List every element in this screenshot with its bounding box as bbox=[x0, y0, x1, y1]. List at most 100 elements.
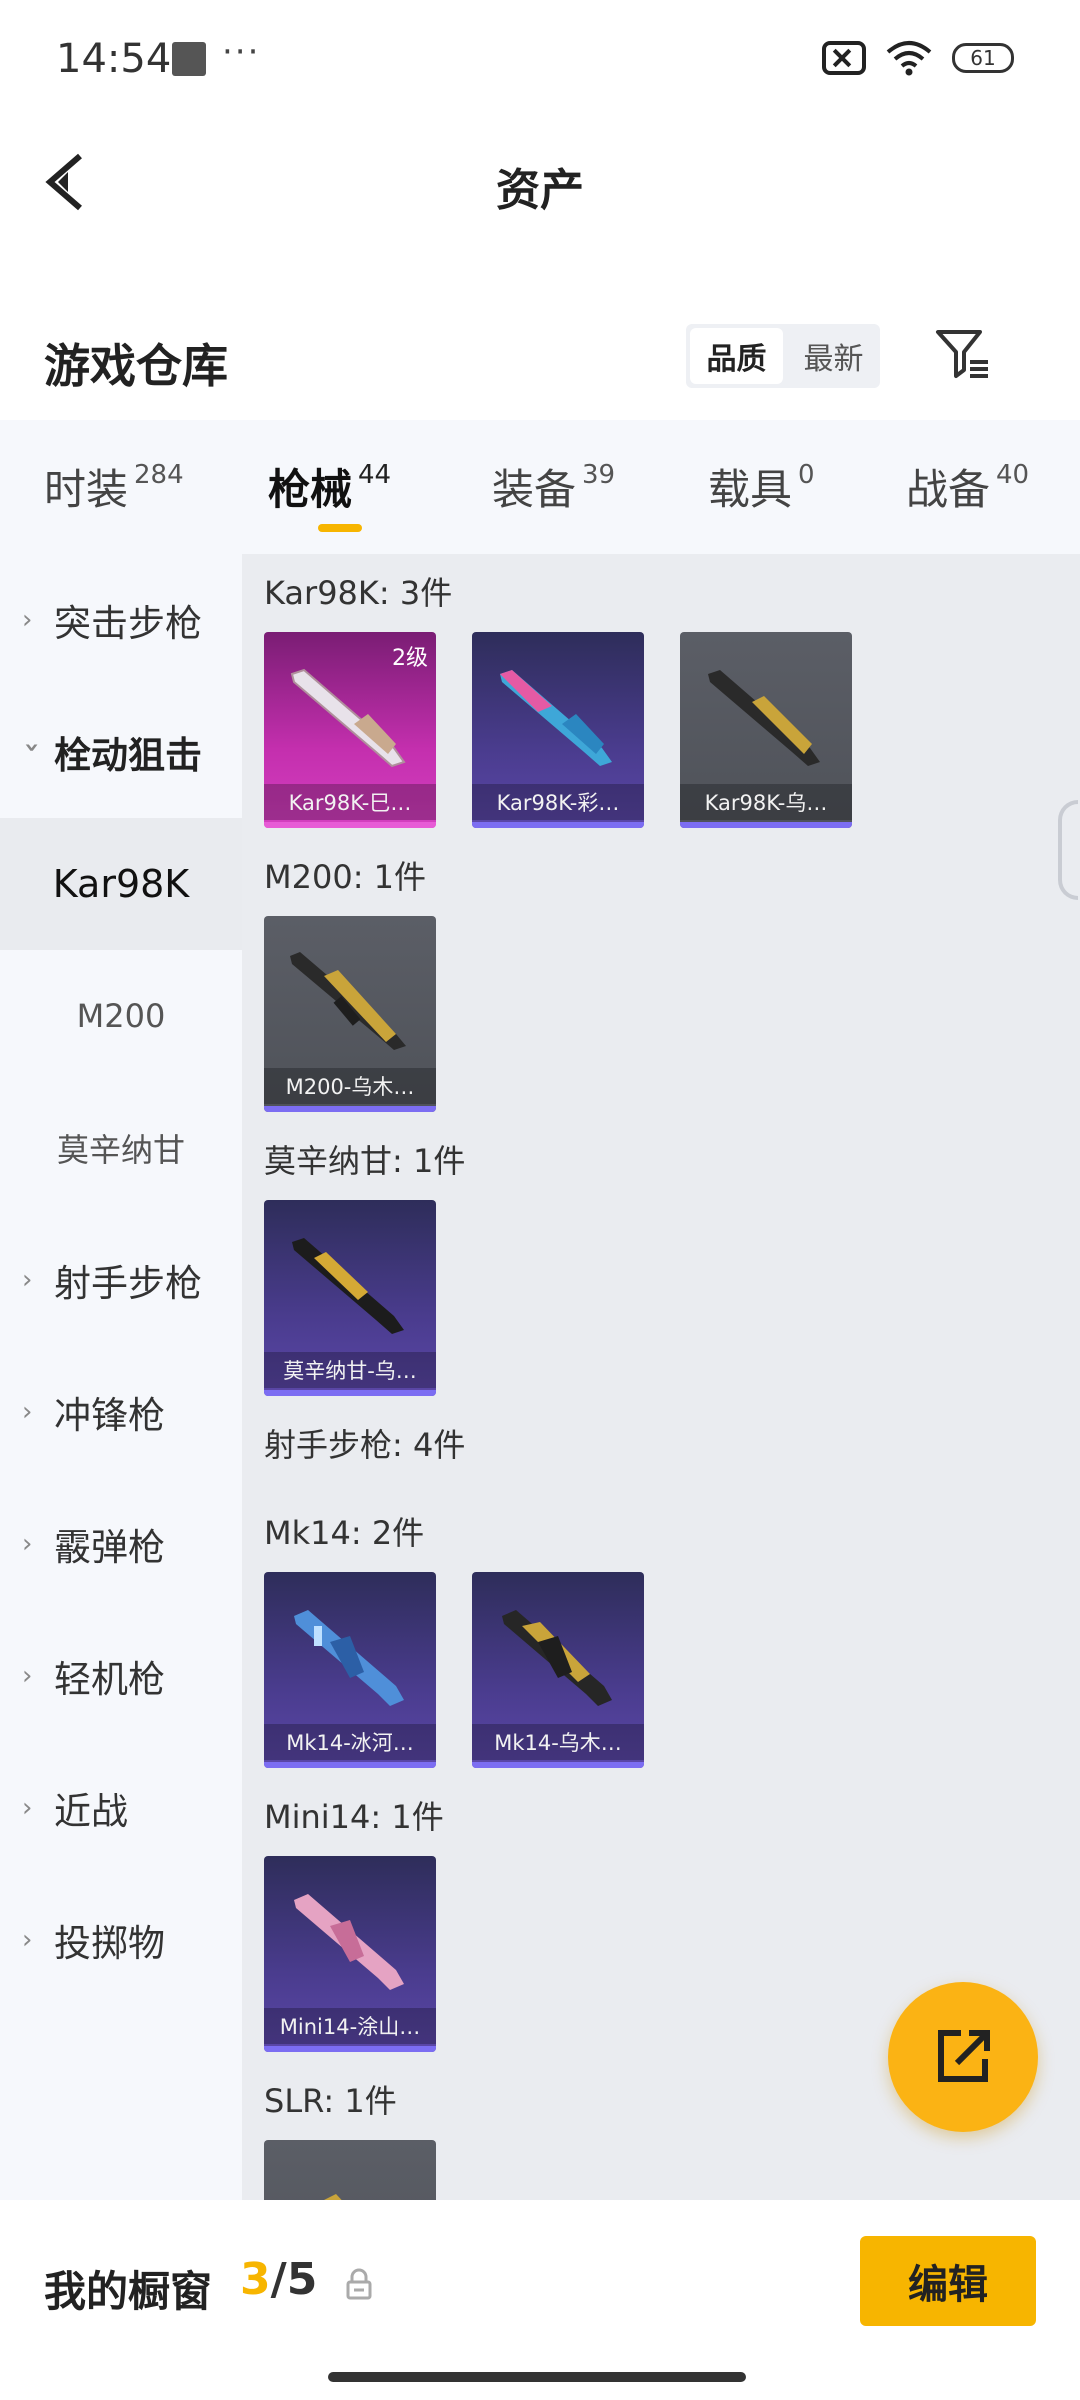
chevron-down-icon: › bbox=[17, 742, 47, 753]
sidebar-item-label: 轻机枪 bbox=[54, 1658, 165, 1701]
rifle-skin-icon bbox=[294, 1894, 404, 1990]
rifle-skin-icon bbox=[292, 1238, 404, 1334]
edit-button[interactable]: 编辑 bbox=[860, 2236, 1036, 2326]
weapon-card-label: Kar98K-巳… bbox=[264, 784, 436, 820]
weapon-category-sidebar: › 突击步枪 › 栓动狙击 Kar98K M200 莫辛纳甘 › 射手步枪 › … bbox=[0, 554, 242, 2200]
weapon-card[interactable]: Mk14-冰河… bbox=[264, 1572, 436, 1768]
tab-count: 39 bbox=[582, 460, 616, 490]
showcase-current: 3 bbox=[240, 2254, 271, 2305]
category-tabs: 时装 284 枪械 44 装备 39 载具 0 战备 40 bbox=[0, 420, 1080, 554]
sidebar-item-smg[interactable]: › 冲锋枪 bbox=[0, 1346, 242, 1478]
chevron-right-icon: › bbox=[22, 1661, 33, 1691]
tab-label: 装备 bbox=[492, 465, 577, 514]
rifle-skin-icon bbox=[500, 670, 612, 766]
sidebar-item-shotgun[interactable]: › 霰弹枪 bbox=[0, 1478, 242, 1610]
chevron-right-icon: › bbox=[22, 1529, 33, 1559]
rifle-skin-icon bbox=[708, 670, 820, 766]
sidebar-item-marksman-rifle[interactable]: › 射手步枪 bbox=[0, 1214, 242, 1346]
weapon-card-label: Kar98K-彩… bbox=[472, 784, 644, 820]
rifle-skin-icon bbox=[502, 1610, 612, 1706]
tab-count: 40 bbox=[996, 460, 1030, 490]
top-header: 资产 bbox=[0, 120, 1080, 240]
sidebar-item-assault-rifle[interactable]: › 突击步枪 bbox=[0, 554, 242, 686]
tab-label: 战备 bbox=[906, 465, 991, 514]
rifle-skin-icon bbox=[290, 952, 406, 1050]
wifi-icon bbox=[886, 41, 932, 76]
filter-icon[interactable] bbox=[934, 326, 990, 382]
sidebar-subitem-kar98k[interactable]: Kar98K bbox=[0, 818, 242, 950]
rarity-bar bbox=[264, 1762, 436, 1768]
tab-supplies[interactable]: 战备 40 bbox=[906, 456, 1029, 517]
warehouse-title: 游戏仓库 bbox=[44, 339, 228, 393]
sort-quality-button[interactable]: 品质 bbox=[690, 328, 783, 384]
sidebar-item-bolt-sniper[interactable]: › 栓动狙击 bbox=[0, 686, 242, 818]
weapon-card[interactable]: 2级 Kar98K-巳… bbox=[264, 632, 436, 828]
weapon-card-label: 莫辛纳甘-乌… bbox=[264, 1352, 436, 1388]
sidebar-item-throwable[interactable]: › 投掷物 bbox=[0, 1874, 242, 2006]
scroll-handle[interactable] bbox=[1058, 800, 1078, 900]
showcase-count: 3/5 bbox=[240, 2254, 317, 2305]
rarity-bar bbox=[680, 822, 852, 828]
status-time: 14:54 bbox=[56, 36, 172, 82]
weapon-card[interactable]: Kar98K-彩… bbox=[472, 632, 644, 828]
rarity-bar bbox=[264, 1390, 436, 1396]
status-more-dots: ··· bbox=[222, 32, 261, 72]
tab-count: 284 bbox=[134, 460, 184, 490]
notification-off-icon bbox=[822, 41, 866, 75]
showcase-title: 我的橱窗 bbox=[44, 2267, 213, 2316]
weapon-card[interactable]: Mk14-乌木… bbox=[472, 1572, 644, 1768]
sort-newest-button[interactable]: 最新 bbox=[787, 324, 880, 388]
section-header-m200: M200: 1件 bbox=[264, 858, 427, 896]
weapon-card[interactable]: 莫辛纳甘-乌… bbox=[264, 1200, 436, 1396]
share-icon bbox=[938, 2030, 990, 2082]
weapon-card[interactable] bbox=[264, 2140, 436, 2200]
sidebar-item-label: 投掷物 bbox=[54, 1922, 165, 1965]
sidebar-subitem-mosin[interactable]: 莫辛纳甘 bbox=[0, 1082, 242, 1214]
rarity-bar bbox=[264, 2046, 436, 2052]
sort-toggle: 品质 最新 bbox=[686, 324, 880, 388]
status-right-group: 61 bbox=[822, 38, 1014, 78]
rarity-bar bbox=[472, 822, 644, 828]
active-tab-indicator bbox=[318, 524, 362, 532]
section-header-mosin: 莫辛纳甘: 1件 bbox=[264, 1142, 466, 1180]
rarity-bar bbox=[264, 822, 436, 828]
tab-fashion[interactable]: 时装 284 bbox=[44, 456, 184, 517]
tab-equipment[interactable]: 装备 39 bbox=[492, 456, 615, 517]
weapon-card[interactable]: Mini14-涂山… bbox=[264, 1856, 436, 2052]
sidebar-item-label: 突击步枪 bbox=[54, 602, 202, 645]
weapon-card[interactable]: M200-乌木… bbox=[264, 916, 436, 1112]
sidebar-item-melee[interactable]: › 近战 bbox=[0, 1742, 242, 1874]
rifle-skin-icon bbox=[290, 668, 406, 768]
weapon-card-label: M200-乌木… bbox=[264, 1068, 436, 1104]
weapon-card[interactable]: Kar98K-乌… bbox=[680, 632, 852, 828]
sidebar-item-label: 射手步枪 bbox=[54, 1262, 202, 1305]
tab-vehicles[interactable]: 载具 0 bbox=[708, 456, 815, 517]
sidebar-subitem-m200[interactable]: M200 bbox=[0, 950, 242, 1082]
page-title: 资产 bbox=[496, 165, 584, 216]
sidebar-item-lmg[interactable]: › 轻机枪 bbox=[0, 1610, 242, 1742]
weapon-card-label: Mk14-冰河… bbox=[264, 1724, 436, 1760]
sidebar-item-label: 栓动狙击 bbox=[54, 734, 202, 777]
chevron-right-icon: › bbox=[22, 1265, 33, 1295]
sidebar-item-label: 霰弹枪 bbox=[54, 1526, 165, 1569]
battery-indicator: 61 bbox=[952, 43, 1014, 73]
showcase-separator: / bbox=[270, 2254, 287, 2305]
weapon-card-label: Kar98K-乌… bbox=[680, 784, 852, 820]
tab-label: 时装 bbox=[44, 465, 129, 514]
section-header-slr: SLR: 1件 bbox=[264, 2082, 397, 2120]
home-indicator[interactable] bbox=[328, 2372, 746, 2382]
section-header-mini14: Mini14: 1件 bbox=[264, 1798, 444, 1836]
weapon-grid[interactable]: Kar98K: 3件 2级 Kar98K-巳… Kar98K-彩… Kar98K… bbox=[242, 554, 1080, 2200]
chevron-right-icon: › bbox=[22, 1397, 33, 1427]
chevron-right-icon: › bbox=[22, 1925, 33, 1955]
rifle-skin-icon bbox=[324, 2194, 342, 2200]
tab-label: 载具 bbox=[708, 465, 793, 514]
rarity-bar bbox=[264, 1106, 436, 1112]
section-header-kar98k: Kar98K: 3件 bbox=[264, 574, 453, 612]
section-header-mk14: Mk14: 2件 bbox=[264, 1514, 425, 1552]
tab-weapons[interactable]: 枪械 44 bbox=[268, 456, 391, 517]
share-button[interactable] bbox=[888, 1982, 1038, 2132]
weapon-card-label: Mini14-涂山… bbox=[264, 2008, 436, 2044]
tab-count: 44 bbox=[358, 460, 392, 490]
showcase-bar: 我的橱窗 3/5 编辑 bbox=[0, 2200, 1080, 2400]
